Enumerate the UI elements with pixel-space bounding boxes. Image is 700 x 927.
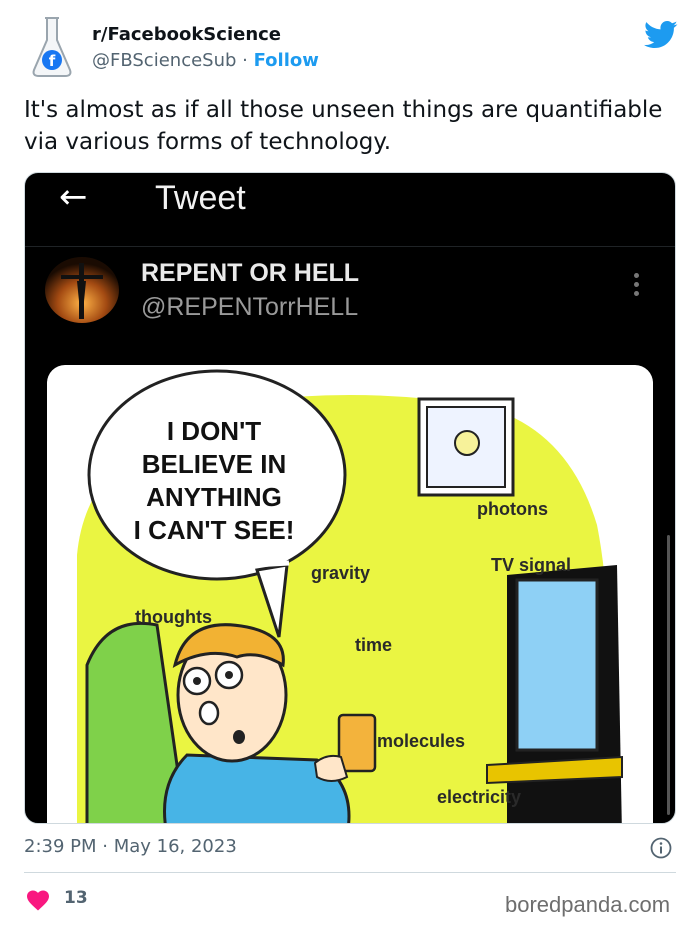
embedded-author-handle: @REPENTorrHELL	[141, 293, 359, 321]
label-tv-signal: TV signal	[491, 555, 572, 575]
crucifix-sunset-icon	[45, 257, 119, 323]
embedded-scrollbar	[667, 535, 670, 815]
embedded-avatar	[45, 257, 119, 323]
svg-text:f: f	[49, 52, 56, 70]
boredpanda-watermark: boredpanda.com	[505, 892, 671, 917]
footer-divider	[24, 872, 676, 873]
more-options-icon	[631, 273, 641, 303]
tweet-timestamp[interactable]: 2:39 PM · May 16, 2023	[24, 836, 237, 857]
author-handle[interactable]: @FBScienceSub	[92, 50, 236, 71]
tweet-media[interactable]: ← Tweet REPENT OR HELL @REPENTorrHELL I …	[24, 172, 676, 824]
author-avatar[interactable]: f	[30, 14, 74, 80]
author-handle-row: @FBScienceSub · Follow	[92, 50, 319, 71]
label-gravity: gravity	[311, 563, 371, 583]
label-electricity: electricity	[437, 787, 522, 807]
label-time: time	[355, 635, 393, 655]
label-thoughts: thoughts	[135, 607, 212, 627]
embedded-header: ← Tweet	[25, 173, 675, 247]
speech-bubble-text: I DON'T BELIEVE IN ANYTHING I CAN'T SEE!	[133, 416, 295, 545]
like-count: 13	[64, 888, 88, 908]
heart-icon[interactable]	[26, 889, 50, 911]
embedded-title: Tweet	[155, 179, 246, 217]
label-molecules: molecules	[377, 731, 466, 751]
author-display-name[interactable]: r/FacebookScience	[92, 24, 281, 45]
info-icon[interactable]	[650, 837, 672, 859]
label-photons: photons	[477, 499, 548, 519]
flask-facebook-icon: f	[32, 17, 72, 77]
handle-separator: ·	[236, 50, 254, 71]
comic-illustration: I DON'T BELIEVE IN ANYTHING I CAN'T SEE!…	[47, 365, 653, 823]
back-arrow-icon: ←	[59, 177, 88, 217]
embedded-author-name: REPENT OR HELL	[141, 259, 360, 287]
tweet-text: It's almost as if all those unseen thing…	[24, 97, 663, 155]
twitter-bird-icon[interactable]	[644, 20, 678, 50]
follow-button[interactable]: Follow	[254, 50, 319, 71]
